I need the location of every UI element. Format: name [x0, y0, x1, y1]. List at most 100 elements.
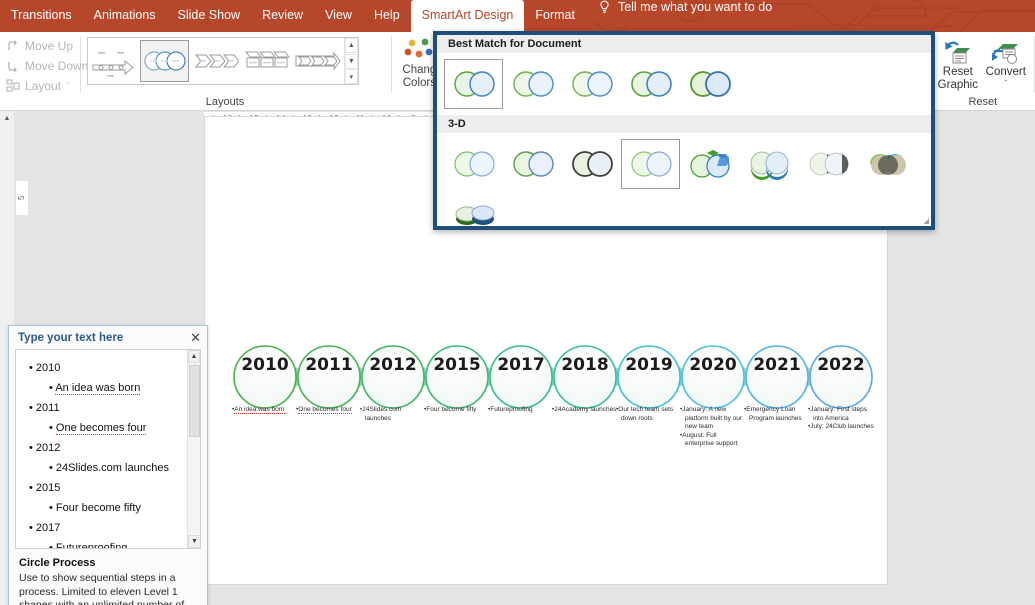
text-pane-scroll-up-button[interactable]: ▲ [188, 350, 200, 363]
cartoon-icon [571, 151, 613, 177]
node-year-2017: 2017 [497, 355, 545, 375]
convert-label: Convert [985, 66, 1026, 78]
smartart-node-2011[interactable]: 2011 One becomes four [296, 332, 362, 415]
gallery-more-button[interactable]: ▾ [344, 69, 358, 84]
change-colors-label-line1: Chang [402, 64, 437, 76]
node-year-2021: 2021 [753, 355, 801, 375]
white-outline-icon [512, 71, 554, 97]
node-year-2011: 2011 [305, 355, 353, 375]
smartart-node-2012[interactable]: 2012 24Slides.com launches [360, 332, 426, 423]
node-year-2018: 2018 [561, 355, 609, 375]
style-item-brick-scene[interactable] [680, 139, 739, 189]
node-year-2015: 2015 [433, 355, 481, 375]
group-reset: Reset Graphic Convert ˇ Reset [935, 32, 1034, 111]
smartart-styles-dropdown[interactable]: Best Match for Document 3-D ◢ [433, 31, 935, 230]
layouts-gallery[interactable]: ▲ ▼ ▾ [86, 37, 359, 85]
layout-thumb-picture-accent-process[interactable] [242, 40, 291, 82]
outline-item-2010[interactable]: 2010 [24, 358, 180, 378]
picture-accent-process-icon [244, 51, 291, 68]
dropdown-resize-grip-icon[interactable]: ◢ [924, 217, 929, 225]
dropdown-section-heading-best-match: Best Match for Document [437, 35, 931, 53]
smartart-text-pane[interactable]: Type your text here ✕ 2010 An idea was b… [8, 325, 208, 605]
layout-thumb-basic-process[interactable] [89, 40, 138, 82]
reset-graphic-label-line1: Reset [942, 66, 973, 78]
style-item-cartoon[interactable] [562, 139, 621, 189]
style-item-flat-scene[interactable] [739, 139, 798, 189]
circle-process-icon [144, 51, 186, 71]
smartart-graphic[interactable]: 2010 An idea was born 2011 One becomes f… [233, 332, 881, 502]
text-pane-editor[interactable]: 2010 An idea was born 2011 One becomes f… [15, 349, 201, 549]
layout-thumb-chevron-process[interactable] [191, 40, 240, 82]
powder-icon [630, 151, 672, 177]
node-year-2010: 2010 [241, 355, 289, 375]
style-item-intense-effect[interactable] [680, 59, 739, 109]
smartart-node-2018[interactable]: 2018 24Academy launches [552, 332, 618, 415]
outline-item-2011[interactable]: 2011 [24, 398, 180, 418]
style-item-simple-fill[interactable] [444, 59, 503, 109]
change-colors-icon [404, 38, 433, 58]
close-icon[interactable]: ✕ [190, 331, 201, 344]
node-bullets-2020: January: A new platform built by our new… [680, 406, 746, 449]
outline-item-2015[interactable]: 2015 [24, 478, 180, 498]
outline-item-2012[interactable]: 2012 [24, 438, 180, 458]
smartart-node-2020[interactable]: 2020 January: A new platform built by ou… [680, 332, 746, 449]
style-item-inset[interactable] [503, 139, 562, 189]
tab-help[interactable]: Help [363, 0, 411, 32]
reset-graphic-label-line2: Graphic [937, 79, 978, 91]
smartart-node-2017[interactable]: 2017 Futureproofing [488, 332, 554, 415]
layouts-gallery-scrollbar[interactable]: ▲ ▼ ▾ [343, 38, 358, 84]
smartart-node-2010[interactable]: 2010 An idea was born [232, 332, 298, 415]
smartart-node-2015[interactable]: 2015 Four become fifty [424, 332, 490, 415]
move-up-label: Move Up [25, 39, 74, 53]
ribbon-tab-strip: Transitions Animations Slide Show Review… [0, 0, 1035, 32]
convert-icon [991, 44, 1018, 64]
outline-item-an-idea-was-born[interactable]: An idea was born [24, 378, 180, 398]
brick-scene-icon [689, 150, 730, 178]
tab-slide-show[interactable]: Slide Show [167, 0, 252, 32]
style-item-moderate-effect[interactable] [621, 59, 680, 109]
tab-transitions[interactable]: Transitions [0, 0, 83, 32]
metallic-scene-icon [809, 152, 848, 176]
style-item-metallic-scene[interactable] [798, 139, 857, 189]
outline-item-futureproofing[interactable]: Futureproofing [24, 538, 180, 548]
convert-button[interactable]: Convert ˇ [983, 36, 1029, 92]
tab-format[interactable]: Format [524, 0, 586, 32]
text-pane-scrollbar[interactable]: ▲ ▼ [187, 350, 200, 548]
style-item-polished[interactable] [444, 139, 503, 189]
style-item-subtle-effect[interactable] [562, 59, 621, 109]
style-item-sunset-scene[interactable] [857, 139, 916, 189]
outline-item-four-become-fifty[interactable]: Four become fifty [24, 498, 180, 518]
group-layouts: ▲ ▼ ▾ Layouts [81, 32, 391, 111]
text-pane-header: Type your text here ✕ [9, 326, 207, 349]
node-bullets-2018: 24Academy launches [552, 406, 618, 415]
outline-item-24slides-launches[interactable]: 24Slides.com launches [24, 458, 180, 478]
style-item-birds-eye-scene[interactable] [444, 189, 503, 239]
scroll-up-arrow-icon[interactable]: ▲ [0, 111, 14, 125]
node-bullets-2019: Our tech team sets down roots [616, 406, 682, 423]
polished-icon [453, 151, 495, 177]
smartart-node-2022[interactable]: 2022 January: First steps into America J… [808, 332, 874, 432]
gallery-scroll-up-button[interactable]: ▲ [344, 38, 358, 53]
chevron-process-icon [194, 54, 239, 68]
layout-thumb-circle-process[interactable] [140, 40, 190, 82]
inset-icon [512, 151, 554, 177]
tab-smartart-design[interactable]: SmartArt Design [410, 0, 525, 32]
reset-graphic-button[interactable]: Reset Graphic [935, 36, 981, 92]
outline-item-one-becomes-four[interactable]: One becomes four [24, 418, 180, 438]
flat-scene-icon [750, 151, 788, 180]
tab-view[interactable]: View [314, 0, 363, 32]
tab-review[interactable]: Review [251, 0, 314, 32]
text-pane-scroll-down-button[interactable]: ▼ [188, 535, 200, 548]
style-item-white-outline[interactable] [503, 59, 562, 109]
style-item-powder[interactable] [621, 139, 680, 189]
smartart-node-2021[interactable]: 2021 Emergency Loan Program launches [744, 332, 810, 423]
text-pane-scroll-thumb[interactable] [189, 365, 200, 437]
text-pane-outline[interactable]: 2010 An idea was born 2011 One becomes f… [16, 350, 200, 548]
smartart-node-2019[interactable]: 2019 Our tech team sets down roots [616, 332, 682, 423]
node-bullets-2015: Four become fifty [424, 406, 490, 415]
tab-animations[interactable]: Animations [83, 0, 167, 32]
outline-item-2017[interactable]: 2017 [24, 518, 180, 538]
gallery-scroll-down-button[interactable]: ▼ [344, 53, 358, 69]
tell-me-box[interactable]: Tell me what you want to do [586, 0, 778, 15]
layout-thumb-continuous-block-process[interactable] [294, 40, 343, 82]
